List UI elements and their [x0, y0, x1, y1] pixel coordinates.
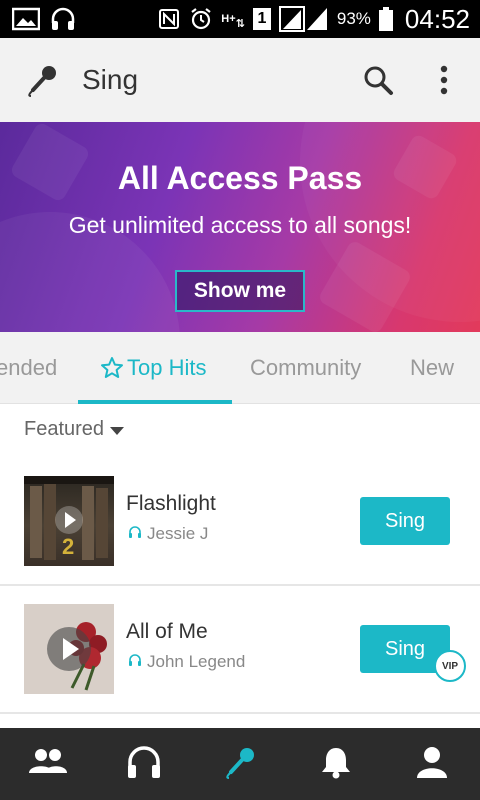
tab-community[interactable]: Community: [250, 332, 361, 404]
song-artist: Jessie J: [128, 524, 208, 544]
tab-label: Top Hits: [127, 355, 207, 380]
nav-sing[interactable]: [192, 728, 288, 800]
nav-friends[interactable]: [0, 728, 96, 800]
signal-icon: [278, 6, 329, 32]
app-title: Sing: [82, 64, 139, 95]
song-artist: John Legend: [128, 652, 245, 672]
gallery-notification-icon: [12, 7, 40, 31]
bell-icon: [320, 745, 352, 784]
microphone-icon: [24, 62, 60, 98]
headphones-notification-icon: [50, 7, 76, 31]
song-row[interactable]: 2 Flashlight Jessie J Sing: [0, 458, 480, 586]
caret-down-icon: [110, 426, 125, 435]
profile-icon: [416, 746, 448, 783]
status-bar: H+ ⇅ 1 93% 04:52: [0, 0, 480, 38]
tab-label: ended: [0, 355, 58, 380]
network-type-indicator: H+ ⇅: [221, 13, 245, 30]
vip-badge: VIP: [434, 650, 466, 682]
sing-button[interactable]: Sing: [360, 497, 450, 545]
bottom-navigation: [0, 728, 480, 800]
filter-label: Featured: [24, 418, 105, 440]
category-tabs: ended Top Hits Community New: [0, 332, 480, 404]
nav-listen[interactable]: [96, 728, 192, 800]
tab-new[interactable]: New: [410, 332, 454, 404]
nfc-icon: [157, 7, 181, 31]
clock: 04:52: [404, 3, 470, 34]
tab-label: Community: [250, 355, 362, 380]
song-row[interactable]: All of Me John Legend Sing: [0, 586, 480, 714]
tab-label: New: [410, 355, 455, 380]
artist-name: Jessie J: [147, 524, 209, 543]
battery-icon: [378, 7, 393, 31]
star-icon: [100, 356, 124, 380]
song-title: Flashlight: [126, 492, 216, 515]
artist-name: John Legend: [147, 652, 246, 671]
banner-title: All Access Pass: [117, 160, 363, 196]
album-art: [24, 604, 114, 694]
battery-percentage: 93%: [336, 9, 371, 28]
headphones-icon: [126, 745, 162, 784]
svg-text:2: 2: [62, 534, 74, 559]
tab-recommended[interactable]: ended: [0, 332, 57, 404]
nav-notifications[interactable]: [288, 728, 384, 800]
song-title: All of Me: [126, 620, 208, 643]
featured-filter-dropdown[interactable]: Featured: [24, 418, 125, 441]
more-options-icon[interactable]: [430, 62, 458, 98]
friends-icon: [29, 747, 67, 782]
headphones-small-icon: [128, 652, 142, 672]
active-tab-indicator: [78, 400, 232, 404]
sim-slot-badge: 1: [252, 8, 271, 30]
microphone-icon: [223, 745, 257, 784]
nav-profile[interactable]: [384, 728, 480, 800]
album-art: 2: [24, 476, 114, 566]
tab-top-hits[interactable]: Top Hits: [100, 332, 206, 404]
show-me-button[interactable]: Show me: [175, 270, 305, 312]
all-access-banner: All Access Pass Get unlimited access to …: [0, 122, 480, 332]
app-bar: Sing: [0, 38, 480, 122]
banner-subtitle: Get unlimited access to all songs!: [68, 212, 412, 238]
alarm-icon: [189, 7, 213, 31]
headphones-small-icon: [128, 524, 142, 544]
search-icon[interactable]: [360, 62, 396, 98]
